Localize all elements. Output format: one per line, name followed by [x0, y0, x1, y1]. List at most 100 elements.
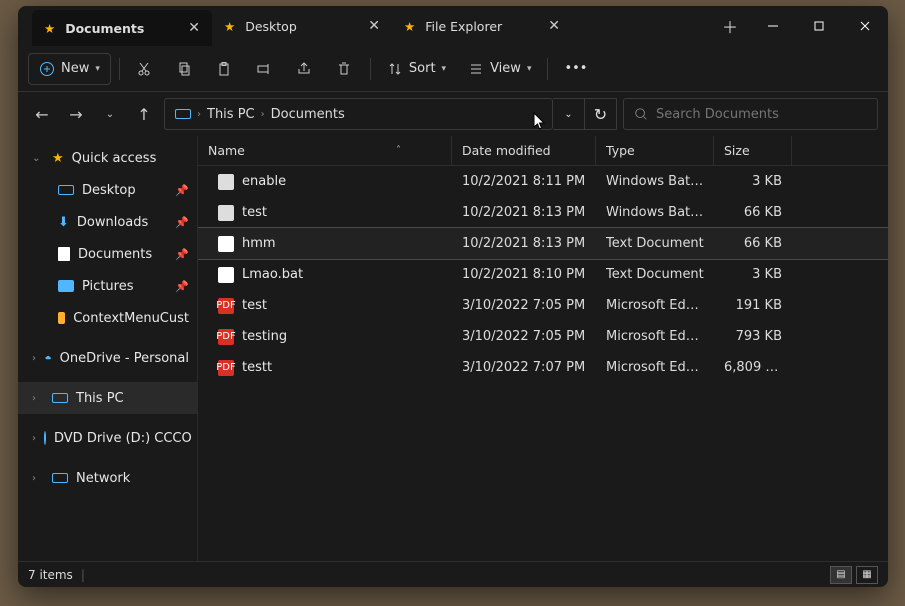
sort-label: Sort	[409, 61, 436, 76]
bat-file-icon	[218, 174, 234, 190]
file-size: 793 KB	[714, 329, 792, 344]
txt-file-icon	[218, 267, 234, 283]
share-button[interactable]	[288, 53, 322, 85]
this-pc-label: This PC	[76, 391, 124, 406]
file-row[interactable]: hmm10/2/2021 8:13 PMText Document66 KB	[198, 228, 888, 259]
toolbar: New ▾ Sort ▾ View ▾ •••	[18, 46, 888, 92]
cut-button[interactable]	[128, 53, 162, 85]
file-row[interactable]: test10/2/2021 8:13 PMWindows Batch File6…	[198, 197, 888, 228]
sidebar-dvd[interactable]: › DVD Drive (D:) CCCO	[18, 422, 197, 454]
sidebar-pinned-item[interactable]: Pictures📌	[18, 270, 197, 302]
view-button[interactable]: View ▾	[460, 53, 539, 85]
new-label: New	[61, 61, 89, 76]
chevron-right-icon: ›	[32, 393, 44, 404]
file-date: 10/2/2021 8:13 PM	[452, 236, 596, 251]
main-pane: Name ˄ Date modified Type Size enable10/…	[198, 136, 888, 561]
sidebar-network[interactable]: › Network	[18, 462, 197, 494]
sidebar-pinned-item[interactable]: ContextMenuCust	[18, 302, 197, 334]
file-type: Microsoft Edge P...	[596, 298, 714, 313]
txt-file-icon	[218, 236, 234, 252]
separator	[370, 58, 371, 80]
sidebar-pinned-item[interactable]: Desktop📌	[18, 174, 197, 206]
col-type[interactable]: Type	[596, 136, 714, 165]
sidebar-onedrive[interactable]: › OneDrive - Personal	[18, 342, 197, 374]
col-date[interactable]: Date modified	[452, 136, 596, 165]
sidebar-quick-access[interactable]: ⌄ ★ Quick access	[18, 142, 197, 174]
star-icon: ★	[44, 21, 55, 36]
separator	[547, 58, 548, 80]
sort-button[interactable]: Sort ▾	[379, 53, 454, 85]
sidebar-pinned-item[interactable]: Documents📌	[18, 238, 197, 270]
file-list[interactable]: enable10/2/2021 8:11 PMWindows Batch Fil…	[198, 166, 888, 561]
address-bar[interactable]: › This PC › Documents	[164, 98, 553, 130]
close-tab-button[interactable]: ✕	[188, 21, 200, 35]
file-size: 3 KB	[714, 267, 792, 282]
file-type: Text Document	[596, 267, 714, 282]
scissors-icon	[136, 61, 152, 77]
pdf-file-icon: PDF	[218, 298, 234, 314]
new-button[interactable]: New ▾	[28, 53, 111, 85]
addr-dropdown-button[interactable]: ⌄	[553, 98, 585, 130]
details-view-button[interactable]: ▤	[830, 566, 852, 584]
pin-icon: 📌	[175, 248, 189, 261]
sidebar-item-label: Desktop	[82, 183, 136, 198]
file-type: Microsoft Edge P...	[596, 360, 714, 375]
sidebar-pinned-item[interactable]: ⬇Downloads📌	[18, 206, 197, 238]
star-icon: ★	[224, 19, 235, 34]
rename-button[interactable]	[248, 53, 282, 85]
network-icon	[52, 473, 68, 483]
pc-icon	[169, 109, 197, 119]
breadcrumb-leaf[interactable]: Documents	[265, 107, 351, 122]
onedrive-label: OneDrive - Personal	[60, 351, 189, 366]
minimize-button[interactable]	[750, 6, 796, 46]
file-date: 10/2/2021 8:11 PM	[452, 174, 596, 189]
titlebar: ★Documents✕★Desktop✕★File Explorer✕ ＋	[18, 6, 888, 46]
item-count: 7 items	[28, 568, 73, 582]
file-date: 3/10/2022 7:05 PM	[452, 298, 596, 313]
copy-button[interactable]	[168, 53, 202, 85]
close-window-button[interactable]	[842, 6, 888, 46]
icons-view-button[interactable]: ▦	[856, 566, 878, 584]
delete-button[interactable]	[328, 53, 362, 85]
maximize-button[interactable]	[796, 6, 842, 46]
close-tab-button[interactable]: ✕	[548, 19, 560, 33]
sidebar-this-pc[interactable]: › This PC	[18, 382, 197, 414]
new-tab-button[interactable]: ＋	[710, 6, 750, 46]
sort-asc-icon: ˄	[396, 145, 441, 156]
chevron-down-icon: ⌄	[32, 153, 44, 164]
sidebar-item-label: Downloads	[77, 215, 148, 230]
file-name: test	[242, 298, 267, 313]
file-row[interactable]: enable10/2/2021 8:11 PMWindows Batch Fil…	[198, 166, 888, 197]
view-label: View	[490, 61, 521, 76]
pdf-file-icon: PDF	[218, 360, 234, 376]
sidebar: ⌄ ★ Quick access Desktop📌 ⬇ Downloads 📌Docu…	[18, 136, 198, 561]
paste-button[interactable]	[208, 53, 242, 85]
recent-button[interactable]: ⌄	[96, 100, 124, 128]
download-icon: ⬇	[58, 215, 69, 230]
search-input[interactable]	[656, 107, 867, 122]
file-date: 3/10/2022 7:05 PM	[452, 329, 596, 344]
col-size[interactable]: Size	[714, 136, 792, 165]
file-row[interactable]: PDFtestt3/10/2022 7:07 PMMicrosoft Edge …	[198, 352, 888, 383]
breadcrumb-root[interactable]: This PC	[201, 107, 261, 122]
search-box[interactable]	[623, 98, 878, 130]
chevron-down-icon: ▾	[442, 64, 447, 74]
file-row[interactable]: PDFtesting3/10/2022 7:05 PMMicrosoft Edg…	[198, 321, 888, 352]
tab[interactable]: ★File Explorer✕	[392, 6, 572, 46]
refresh-button[interactable]: ↻	[585, 98, 617, 130]
chevron-down-icon: ▾	[95, 64, 100, 74]
close-tab-button[interactable]: ✕	[368, 19, 380, 33]
monitor-icon	[58, 185, 74, 195]
file-row[interactable]: Lmao.bat10/2/2021 8:10 PMText Document3 …	[198, 259, 888, 290]
up-button[interactable]: ↑	[130, 100, 158, 128]
forward-button[interactable]: →	[62, 100, 90, 128]
file-date: 10/2/2021 8:13 PM	[452, 205, 596, 220]
file-type: Windows Batch File	[596, 205, 714, 220]
col-name[interactable]: Name ˄	[198, 136, 452, 165]
file-name: testing	[242, 329, 287, 344]
tab[interactable]: ★Desktop✕	[212, 6, 392, 46]
more-button[interactable]: •••	[556, 53, 595, 85]
tab[interactable]: ★Documents✕	[32, 10, 212, 46]
back-button[interactable]: ←	[28, 100, 56, 128]
file-row[interactable]: PDF test 3/10/2022 7:05 PMMicrosoft Edge P…	[198, 290, 888, 321]
